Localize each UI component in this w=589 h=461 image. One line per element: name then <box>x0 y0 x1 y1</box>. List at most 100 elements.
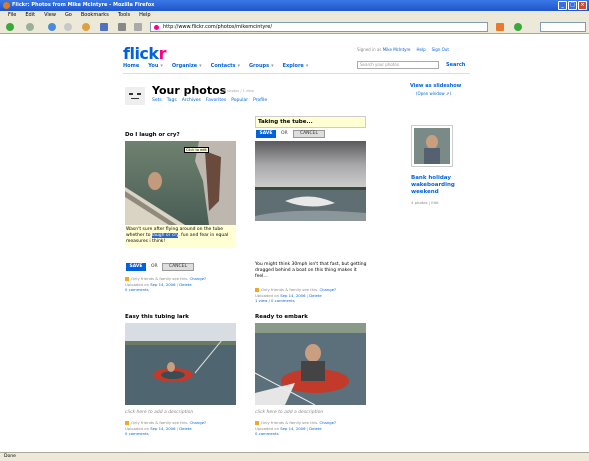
upload-date-link[interactable]: Sep 14, 2006 <box>150 426 175 431</box>
comments-link[interactable]: 1 view / 0 comments <box>255 298 375 304</box>
photo-title[interactable]: Easy this tubing lark <box>125 314 189 320</box>
buddy-icon[interactable] <box>125 87 145 105</box>
or-label: OR <box>281 131 288 136</box>
photo-easy-tubing[interactable] <box>125 323 236 405</box>
menu-bookmarks[interactable]: Bookmarks <box>81 11 109 20</box>
reload-icon[interactable] <box>48 23 56 31</box>
photo-count: 4 photos / 1 view <box>224 89 255 93</box>
tab-profile[interactable]: Profile <box>253 98 267 103</box>
set-count[interactable]: 4 photos | Edit <box>411 200 439 206</box>
status-text: Done <box>4 454 16 459</box>
browser-search-input[interactable] <box>540 22 586 32</box>
tab-tags[interactable]: Tags <box>167 98 177 103</box>
stop-icon[interactable] <box>64 23 72 31</box>
nav-organize[interactable]: Organize <box>172 63 197 69</box>
delete-link[interactable]: Delete <box>309 293 321 298</box>
menu-tools[interactable]: Tools <box>118 11 130 20</box>
menu-edit[interactable]: Edit <box>25 11 35 20</box>
set-thumbnail[interactable] <box>411 125 453 167</box>
home-icon[interactable] <box>82 23 90 31</box>
menu-file[interactable]: File <box>8 11 16 20</box>
nav-home[interactable]: Home <box>123 63 139 69</box>
photo-ready-to-embark[interactable] <box>255 323 366 405</box>
menu-view[interactable]: View <box>44 11 56 20</box>
upload-date-link[interactable]: Sep 14, 2006 <box>280 293 305 298</box>
description-editor[interactable]: Wasn't sure after flying around on the t… <box>125 226 236 248</box>
nav-you[interactable]: You <box>148 63 158 69</box>
save-title-button[interactable]: SAVE <box>256 130 276 138</box>
window-titlebar: Flickr: Photos from Mike McIntyre - Mozi… <box>0 0 589 11</box>
mail-icon[interactable] <box>134 23 142 31</box>
photo-description[interactable]: Wasn't sure after flying around on the t… <box>126 227 234 245</box>
change-privacy-link[interactable]: Change? <box>320 287 337 292</box>
back-icon[interactable] <box>6 23 14 31</box>
upload-date-link[interactable]: Sep 14, 2006 <box>150 282 175 287</box>
set-title-link[interactable]: Bank holiday wakeboarding weekend <box>411 175 466 196</box>
edit-tooltip: Click to edit <box>184 147 209 153</box>
photo-title[interactable]: Ready to embark <box>255 314 308 320</box>
tab-sets[interactable]: Sets <box>152 98 162 103</box>
add-description-link[interactable]: click here to add a description <box>255 410 323 415</box>
title-editor[interactable]: Taking the tube... <box>255 116 366 128</box>
or-label: OR <box>151 264 158 269</box>
delete-link[interactable]: Delete <box>309 426 321 431</box>
slideshow-link[interactable]: View as slideshow <box>410 83 461 89</box>
chevron-down-icon[interactable]: ▾ <box>160 63 163 69</box>
comments-link[interactable]: 0 comments <box>125 287 245 293</box>
comments-link[interactable]: 0 comments <box>255 431 375 437</box>
help-link[interactable]: Help <box>417 47 426 52</box>
firefox-icon <box>3 2 10 9</box>
lock-icon <box>255 421 259 425</box>
photo-title-input[interactable]: Taking the tube... <box>258 119 313 125</box>
photo-meta: Only friends & family see this. Change? … <box>255 420 375 437</box>
photo-taking-the-tube[interactable] <box>255 141 366 221</box>
tab-popular[interactable]: Popular <box>231 98 248 103</box>
upload-date-link[interactable]: Sep 14, 2006 <box>280 426 305 431</box>
navigation-toolbar: http://www.flickr.com/photos/mikemcintyr… <box>0 20 589 34</box>
bookmarks-icon[interactable] <box>100 23 108 31</box>
address-bar[interactable]: http://www.flickr.com/photos/mikemcintyr… <box>150 22 488 32</box>
forward-icon[interactable] <box>26 23 34 31</box>
close-icon[interactable]: × <box>578 1 587 10</box>
rss-icon[interactable] <box>496 23 504 31</box>
chevron-down-icon[interactable]: ▾ <box>237 63 240 69</box>
save-button[interactable]: SAVE <box>126 263 146 271</box>
cancel-title-button[interactable]: CANCEL <box>293 130 325 138</box>
menu-help[interactable]: Help <box>139 11 150 20</box>
menu-bar: File Edit View Go Bookmarks Tools Help <box>0 11 589 20</box>
flickr-logo[interactable]: flickr <box>123 44 166 63</box>
photo-do-i-laugh[interactable] <box>125 141 236 225</box>
maximize-icon[interactable]: □ <box>568 1 577 10</box>
change-privacy-link[interactable]: Change? <box>190 420 207 425</box>
photo-title[interactable]: Do I laugh or cry? <box>125 132 180 138</box>
minimize-icon[interactable]: _ <box>558 1 567 10</box>
search-button[interactable]: Search <box>446 62 465 68</box>
profile-tabs: Sets Tags Archives Favorites Popular Pro… <box>152 98 267 103</box>
chevron-down-icon[interactable]: ▾ <box>199 63 202 69</box>
lock-icon <box>255 288 259 292</box>
go-icon[interactable] <box>514 23 522 31</box>
add-description-link[interactable]: click here to add a description <box>125 410 193 415</box>
menu-go[interactable]: Go <box>65 11 72 20</box>
tab-favorites[interactable]: Favorites <box>206 98 226 103</box>
slideshow-window-link[interactable]: (Open window ⇗) <box>416 91 451 96</box>
header-links: Signed in as Mike McIntyre Help Sign Out <box>357 47 449 52</box>
change-privacy-link[interactable]: Change? <box>320 420 337 425</box>
user-link[interactable]: Mike McIntyre <box>383 47 411 52</box>
comments-link[interactable]: 0 comments <box>125 431 245 437</box>
search-photos-input[interactable]: Search your photos <box>357 61 439 69</box>
cancel-button[interactable]: CANCEL <box>162 263 194 271</box>
chevron-down-icon[interactable]: ▾ <box>306 63 309 69</box>
change-privacy-link[interactable]: Change? <box>190 276 207 281</box>
delete-link[interactable]: Delete <box>179 282 191 287</box>
nav-contacts[interactable]: Contacts <box>211 63 236 69</box>
photo-image <box>125 323 236 405</box>
tab-archives[interactable]: Archives <box>182 98 201 103</box>
chevron-down-icon[interactable]: ▾ <box>271 63 274 69</box>
nav-explore[interactable]: Explore <box>283 63 304 69</box>
nav-groups[interactable]: Groups <box>249 63 269 69</box>
print-icon[interactable] <box>118 23 126 31</box>
photo-description[interactable]: You might think 30mph isn't that fast, b… <box>255 262 367 280</box>
delete-link[interactable]: Delete <box>179 426 191 431</box>
signout-link[interactable]: Sign Out <box>432 47 449 52</box>
